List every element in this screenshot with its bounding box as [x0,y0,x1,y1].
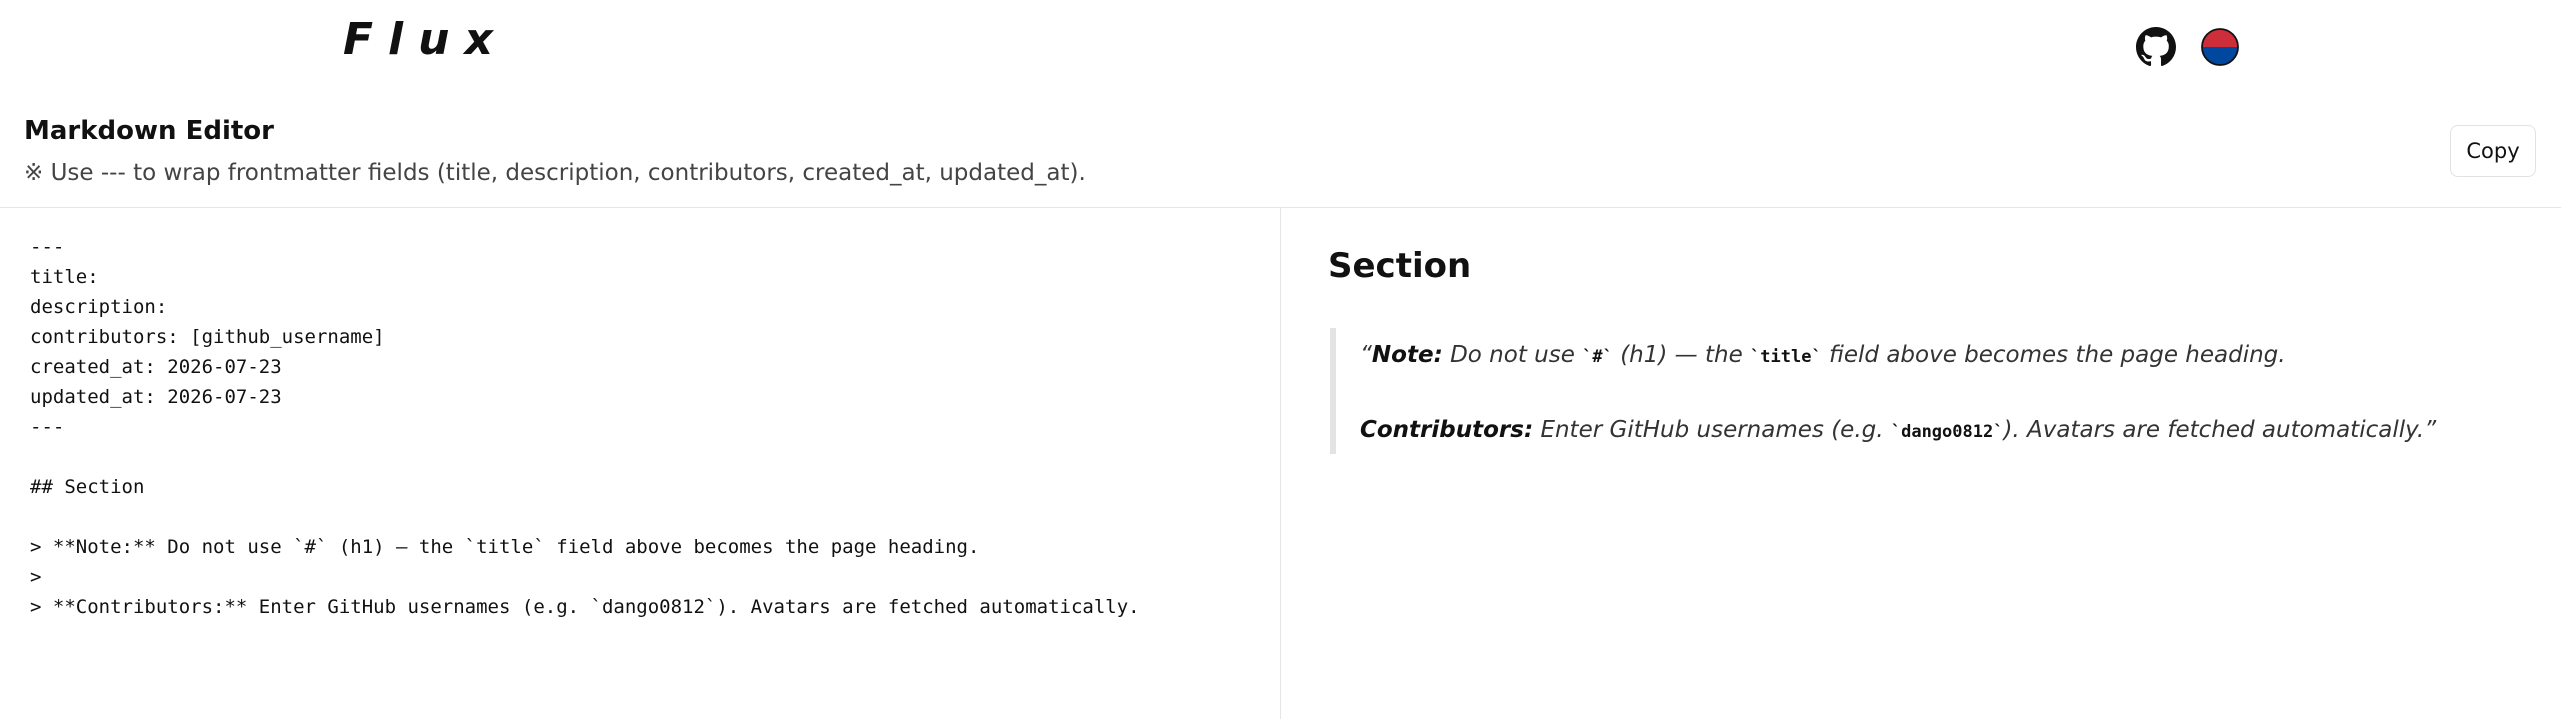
frontmatter-hint: ※ Use --- to wrap frontmatter fields (ti… [24,160,1086,186]
brand-logo[interactable]: Flux [343,14,508,65]
preview-blockquote: “Note: Do not use `#` (h1) — the `title`… [1330,328,2436,454]
note-line: “Note: Do not use `#` (h1) — the `title`… [1360,342,2286,368]
page-title: Markdown Editor [24,116,274,146]
copy-button[interactable]: Copy [2450,125,2536,177]
contributors-text: ). Avatars are fetched automatically. [2003,417,2425,443]
top-bar: Flux [0,0,2561,98]
inline-code: `title` [1750,347,1822,367]
markdown-preview-pane: Section “Note: Do not use `#` (h1) — the… [1281,208,2561,719]
inline-code: `#` [1582,347,1613,367]
note-text: Do not use [1442,342,1583,368]
markdown-source-pane[interactable]: --- title: description: contributors: [g… [0,208,1281,719]
markdown-source-text[interactable]: --- title: description: contributors: [g… [30,232,1140,622]
language-flag-icon[interactable] [2200,27,2240,67]
close-quote: ” [2424,417,2437,443]
note-text: (h1) — the [1612,342,1751,368]
contributors-label: Contributors: [1360,417,1534,443]
github-icon[interactable] [2136,27,2176,67]
contributors-line: Contributors: Enter GitHub usernames (e.… [1360,417,2436,443]
preview-section-heading: Section [1328,246,1472,286]
editor-header: Markdown Editor ※ Use --- to wrap frontm… [0,98,2561,208]
editor-panes: --- title: description: contributors: [g… [0,208,2561,719]
header-icons [2136,27,2240,67]
contributors-text: Enter GitHub usernames (e.g. [1533,417,1891,443]
note-label: Note: [1371,342,1443,368]
inline-code: `dango0812` [1890,422,2004,442]
open-quote: “ [1360,342,1372,368]
note-text: field above becomes the page heading. [1821,342,2286,368]
